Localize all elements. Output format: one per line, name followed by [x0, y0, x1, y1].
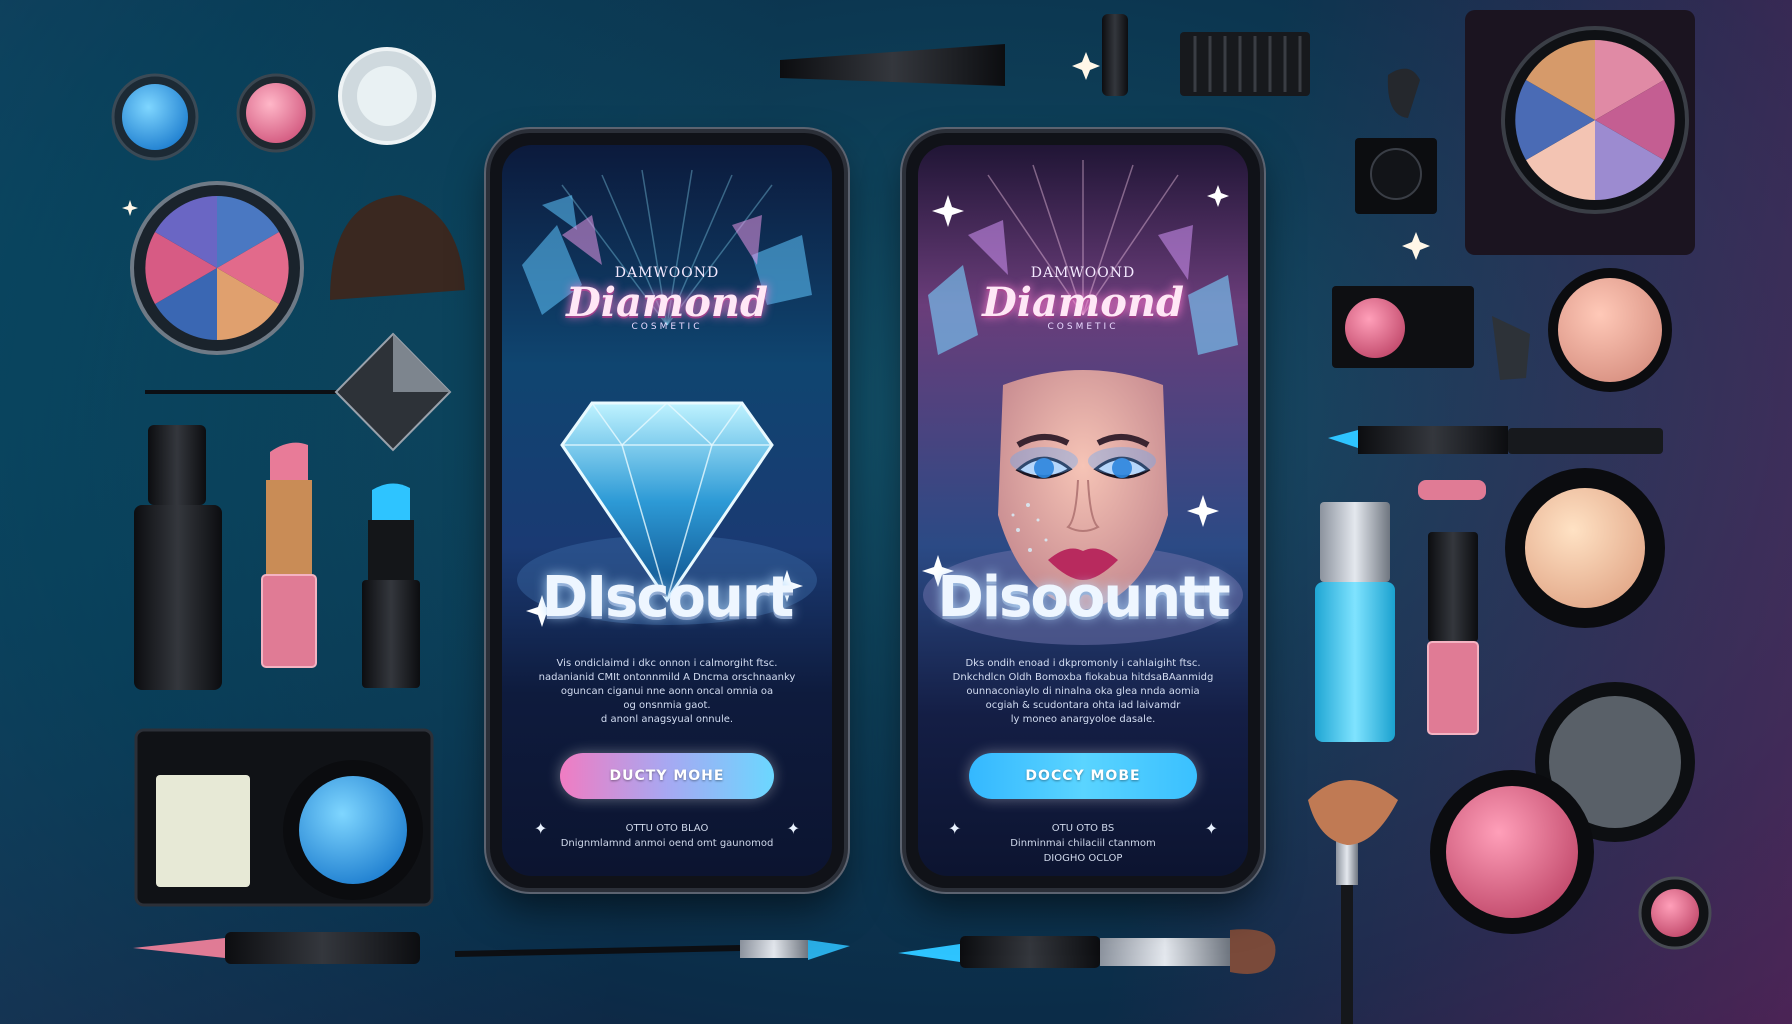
kabuki-brush	[330, 195, 465, 300]
desc-line: Dks ondih enoad i dkpromonly i cahlaigih…	[965, 658, 1201, 669]
left-brand-logo: DAMWOOND Diamond COSMETIC	[502, 265, 832, 332]
discount-headline: DIscourt	[541, 565, 795, 630]
bottom-brush-1	[454, 940, 850, 960]
right-cyan-liner	[1328, 426, 1663, 454]
footer-line: OTU OTO BS	[1051, 823, 1115, 834]
right-phone: DAMWOOND Diamond COSMETIC Disoountt Dks …	[906, 133, 1260, 888]
brand-main-text: Diamond	[982, 279, 1184, 326]
brand-sub-text: COSMETIC	[631, 322, 703, 332]
small-black-compact	[1355, 138, 1437, 214]
pink-liner-cap	[1418, 480, 1486, 500]
buy-more-button[interactable]: DOCCY MOBE	[969, 753, 1197, 799]
brand-main-text: Diamond	[566, 279, 768, 326]
left-compact-case	[134, 728, 434, 907]
footer-line: Dinminmai chilaciil ctanmom	[1010, 838, 1156, 849]
black-triangle-sponge	[1492, 316, 1530, 380]
right-phone-screen: DAMWOOND Diamond COSMETIC Disoountt Dks …	[918, 145, 1248, 876]
white-powder-jar	[338, 47, 436, 145]
top-small-case	[1102, 14, 1128, 96]
desc-line: oguncan ciganui nne aonn oncal omnia oa	[560, 686, 774, 697]
bottom-left-lipbrush	[133, 932, 420, 964]
pink-blush-compact	[1430, 770, 1594, 934]
top-long-brush	[490, 44, 1005, 86]
discount-headline: Disoountt	[937, 565, 1230, 630]
desc-line: ounnaconiaylo di ninalna oka glea nnda a…	[966, 686, 1200, 697]
desc-line: og onsnmia gaot.	[623, 700, 711, 711]
desc-line: d anonl anagsyual onnule.	[600, 714, 734, 725]
bg-sparkle	[1402, 232, 1430, 260]
skin-tone-compact	[1548, 268, 1672, 392]
footer-line: Dnignmlamnd anmoi oend omt gaunomod	[560, 838, 774, 849]
black-sponge	[1387, 68, 1420, 118]
fan-brush	[1308, 780, 1398, 1024]
peach-powder-compact	[1505, 468, 1665, 628]
left-phone: DAMWOOND Diamond COSMETIC DIscourt Vis o…	[490, 133, 844, 888]
black-foundation-bottle	[134, 425, 222, 690]
pink-blush-square-compact	[1332, 286, 1474, 368]
small-rose-jar	[1638, 876, 1712, 950]
desc-line: Vis ondiclaimd i dkc onnon i calmorgiht …	[556, 658, 778, 669]
left-eyeshadow-palette	[130, 181, 304, 355]
makeup-flatlay	[111, 10, 1712, 1024]
left-phone-screen: DAMWOOND Diamond COSMETIC DIscourt Vis o…	[502, 145, 832, 876]
top-comb-brush	[1180, 32, 1310, 96]
pink-lipstick	[261, 442, 317, 668]
blue-lipstick	[362, 483, 420, 688]
desc-line: ocgiah & scudontara ohta iad laivamdr	[985, 700, 1181, 711]
bg-sparkle	[122, 200, 138, 216]
footer-line: OTTU OTO BLAO	[625, 823, 709, 834]
footer-line: DIOGHO OCLOP	[1043, 853, 1123, 864]
desc-line: nadanianid CMIt ontonnmild A Dncma orsch…	[538, 672, 796, 683]
desc-line: ly moneo anargyoloe dasale.	[1010, 714, 1156, 725]
promo-description: Vis ondiclaimd i dkc onnon i calmorgiht …	[530, 657, 804, 727]
promo-footer: OTTU OTO BLAO Dnignmlamnd anmoi oend omt…	[522, 821, 812, 851]
bg-sparkle	[1072, 52, 1100, 80]
desc-line: Dnkchdlcn Oldh Bomoxba fiokabua hitdsaBA…	[952, 672, 1214, 683]
right-brand-logo: DAMWOOND Diamond COSMETIC	[918, 265, 1248, 332]
blue-eyeshadow-jar	[111, 73, 199, 161]
blue-nail-polish	[1315, 502, 1395, 742]
bottom-brush-2	[898, 929, 1276, 974]
buy-more-button[interactable]: DUCTY MOHE	[560, 753, 774, 799]
promo-footer: OTU OTO BS Dinminmai chilaciil ctanmom D…	[938, 821, 1228, 866]
right-eyeshadow-palette	[1465, 10, 1695, 255]
promo-description: Dks ondih enoad i dkpromonly i cahlaigih…	[946, 657, 1220, 727]
pink-lip-gloss	[1427, 532, 1479, 735]
pink-blush-jar	[236, 73, 316, 153]
brand-sub-text: COSMETIC	[1047, 322, 1119, 332]
